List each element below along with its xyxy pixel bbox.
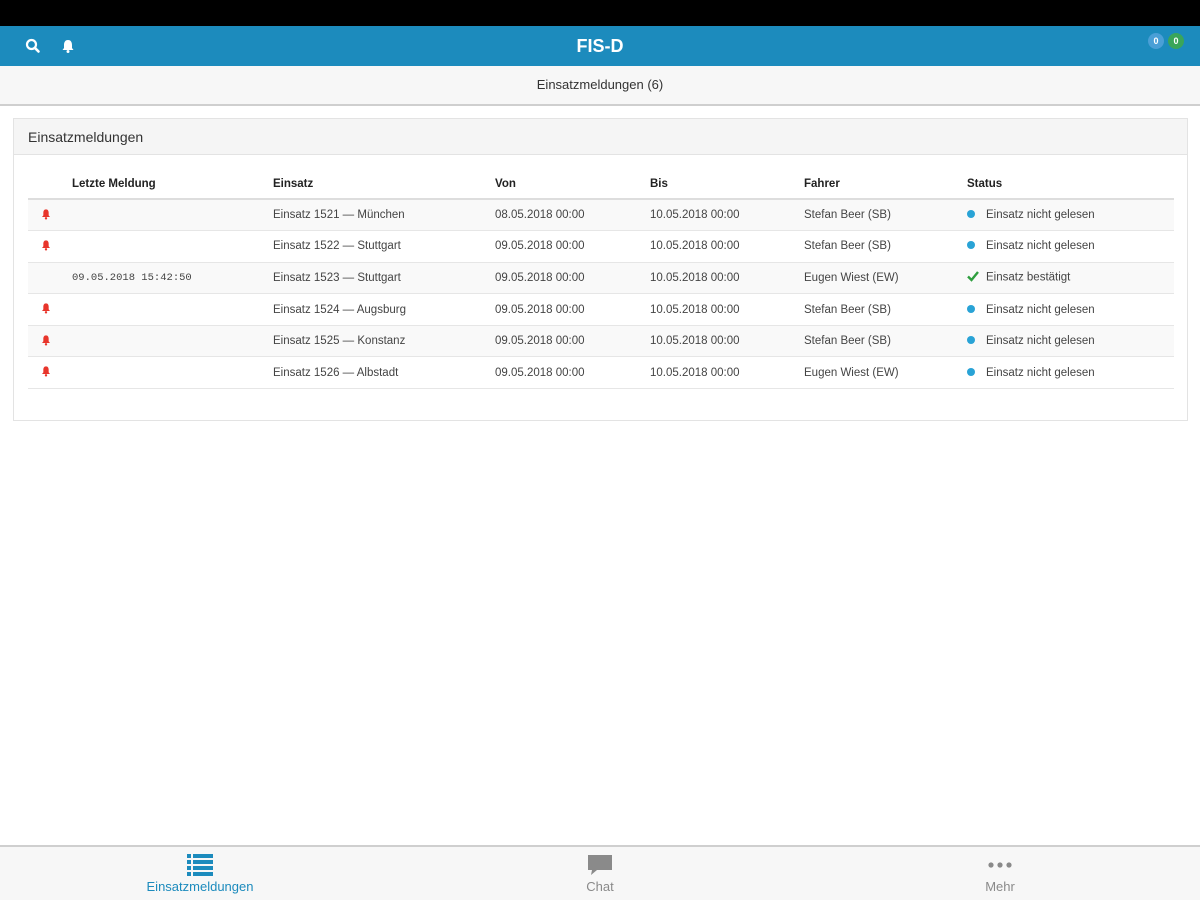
bottom-tab-bar: Einsatzmeldungen Chat Mehr bbox=[0, 845, 1200, 900]
status-text: Einsatz nicht gelesen bbox=[986, 303, 1095, 316]
fahrer-cell: Eugen Wiest (EW) bbox=[804, 356, 967, 390]
einsatz-cell: Einsatz 1525 — Konstanz bbox=[273, 325, 495, 358]
table-row[interactable]: Einsatz 1521 — München 08.05.2018 00:00 10… bbox=[28, 199, 1174, 232]
unread-dot-icon bbox=[967, 304, 981, 316]
status-cell: Einsatz bestätigt bbox=[967, 262, 1174, 295]
chat-icon bbox=[588, 855, 612, 875]
fahrer-cell: Stefan Beer (SB) bbox=[804, 230, 967, 263]
last-message-cell: 09.05.2018 15:42:50 bbox=[72, 262, 273, 295]
alert-cell bbox=[28, 230, 72, 263]
einsatz-cell: Einsatz 1522 — Stuttgart bbox=[273, 230, 495, 263]
status-text: Einsatz nicht gelesen bbox=[986, 335, 1095, 348]
von-cell: 08.05.2018 00:00 bbox=[495, 199, 650, 232]
alert-cell bbox=[28, 199, 72, 232]
status-text: Einsatz bestätigt bbox=[986, 272, 1071, 285]
table-row[interactable]: Einsatz 1522 — Stuttgart 09.05.2018 00:00… bbox=[28, 230, 1174, 263]
bis-cell: 10.05.2018 00:00 bbox=[650, 262, 804, 295]
bis-cell: 10.05.2018 00:00 bbox=[650, 325, 804, 358]
app-title: FIS-D bbox=[576, 36, 624, 56]
status-badge-green[interactable]: 0 bbox=[1168, 33, 1184, 49]
status-text: Einsatz nicht gelesen bbox=[986, 240, 1095, 253]
panel-title: Einsatzmeldungen bbox=[14, 119, 1187, 155]
alert-bell-icon bbox=[42, 303, 50, 314]
alert-cell bbox=[28, 262, 72, 295]
von-cell: 09.05.2018 00:00 bbox=[495, 230, 650, 263]
status-cell: Einsatz nicht gelesen bbox=[967, 230, 1174, 263]
unread-dot-icon bbox=[967, 240, 981, 252]
status-text: Einsatz nicht gelesen bbox=[986, 209, 1095, 222]
last-message-cell bbox=[72, 199, 273, 232]
page-title: Einsatzmeldungen (6) bbox=[0, 66, 1200, 106]
column-header-alert bbox=[28, 169, 72, 200]
column-header-fahrer[interactable]: Fahrer bbox=[804, 169, 967, 200]
device-status-bar bbox=[0, 0, 1200, 26]
tab-label: Chat bbox=[586, 879, 614, 894]
alert-bell-icon bbox=[42, 366, 50, 377]
status-cell: Einsatz nicht gelesen bbox=[967, 356, 1174, 390]
alert-cell bbox=[28, 325, 72, 358]
status-badge-blue[interactable]: 0 bbox=[1148, 33, 1164, 49]
fahrer-cell: Stefan Beer (SB) bbox=[804, 325, 967, 358]
table-row[interactable]: 09.05.2018 15:42:50 Einsatz 1523 — Stuttg… bbox=[28, 262, 1174, 295]
tab-chat[interactable]: Chat bbox=[400, 847, 800, 900]
status-text: Einsatz nicht gelesen bbox=[986, 366, 1095, 379]
column-header-von[interactable]: Von bbox=[495, 169, 650, 200]
unread-dot-icon bbox=[967, 209, 981, 221]
tab-label: Einsatzmeldungen bbox=[146, 879, 254, 894]
einsatz-cell: Einsatz 1521 — München bbox=[273, 199, 495, 232]
unread-dot-icon bbox=[967, 367, 981, 379]
einsatz-cell: Einsatz 1526 — Albstadt bbox=[273, 356, 495, 390]
status-cell: Einsatz nicht gelesen bbox=[967, 325, 1174, 358]
more-icon bbox=[988, 862, 1012, 868]
column-header-last-message[interactable]: Letzte Meldung bbox=[72, 169, 273, 200]
alert-bell-icon bbox=[42, 240, 50, 251]
last-message-cell bbox=[72, 356, 273, 390]
last-message-cell bbox=[72, 325, 273, 358]
tab-einsatzmeldungen[interactable]: Einsatzmeldungen bbox=[0, 847, 400, 900]
von-cell: 09.05.2018 00:00 bbox=[495, 325, 650, 358]
einsatz-cell: Einsatz 1523 — Stuttgart bbox=[273, 262, 495, 295]
tab-mehr[interactable]: Mehr bbox=[800, 847, 1200, 900]
bis-cell: 10.05.2018 00:00 bbox=[650, 199, 804, 232]
alert-cell bbox=[28, 293, 72, 326]
fahrer-cell: Stefan Beer (SB) bbox=[804, 293, 967, 326]
fahrer-cell: Stefan Beer (SB) bbox=[804, 199, 967, 232]
list-icon bbox=[187, 854, 213, 876]
fahrer-cell: Eugen Wiest (EW) bbox=[804, 262, 967, 295]
table-row[interactable]: Einsatz 1525 — Konstanz 09.05.2018 00:00 1… bbox=[28, 325, 1174, 358]
alert-bell-icon bbox=[42, 335, 50, 346]
einsatz-cell: Einsatz 1524 — Augsburg bbox=[273, 293, 495, 326]
checkmark-icon bbox=[967, 270, 981, 285]
von-cell: 09.05.2018 00:00 bbox=[495, 356, 650, 390]
column-header-einsatz[interactable]: Einsatz bbox=[273, 169, 495, 200]
bis-cell: 10.05.2018 00:00 bbox=[650, 293, 804, 326]
top-navigation-bar: FIS-D 0 0 bbox=[0, 26, 1200, 66]
von-cell: 09.05.2018 00:00 bbox=[495, 293, 650, 326]
alert-cell bbox=[28, 356, 72, 390]
bis-cell: 10.05.2018 00:00 bbox=[650, 356, 804, 390]
von-cell: 09.05.2018 00:00 bbox=[495, 262, 650, 295]
table-row[interactable]: Einsatz 1524 — Augsburg 09.05.2018 00:00 1… bbox=[28, 293, 1174, 326]
status-cell: Einsatz nicht gelesen bbox=[967, 293, 1174, 326]
alert-bell-icon bbox=[42, 208, 50, 220]
last-message-cell bbox=[72, 230, 273, 263]
column-header-status[interactable]: Status bbox=[967, 169, 1174, 200]
einsatz-table: Letzte Meldung Einsatz Von Bis Fahrer St… bbox=[28, 169, 1174, 390]
bis-cell: 10.05.2018 00:00 bbox=[650, 230, 804, 263]
last-message-cell bbox=[72, 293, 273, 326]
einsatzmeldungen-panel: Einsatzmeldungen Letzte Meldung Einsatz … bbox=[13, 118, 1188, 421]
table-header-row: Letzte Meldung Einsatz Von Bis Fahrer St… bbox=[28, 169, 1174, 200]
tab-label: Mehr bbox=[985, 879, 1015, 894]
table-row[interactable]: Einsatz 1526 — Albstadt 09.05.2018 00:00 1… bbox=[28, 356, 1174, 390]
status-cell: Einsatz nicht gelesen bbox=[967, 199, 1174, 232]
status-badges: 0 0 bbox=[1148, 33, 1184, 49]
column-header-bis[interactable]: Bis bbox=[650, 169, 804, 200]
unread-dot-icon bbox=[967, 335, 981, 347]
